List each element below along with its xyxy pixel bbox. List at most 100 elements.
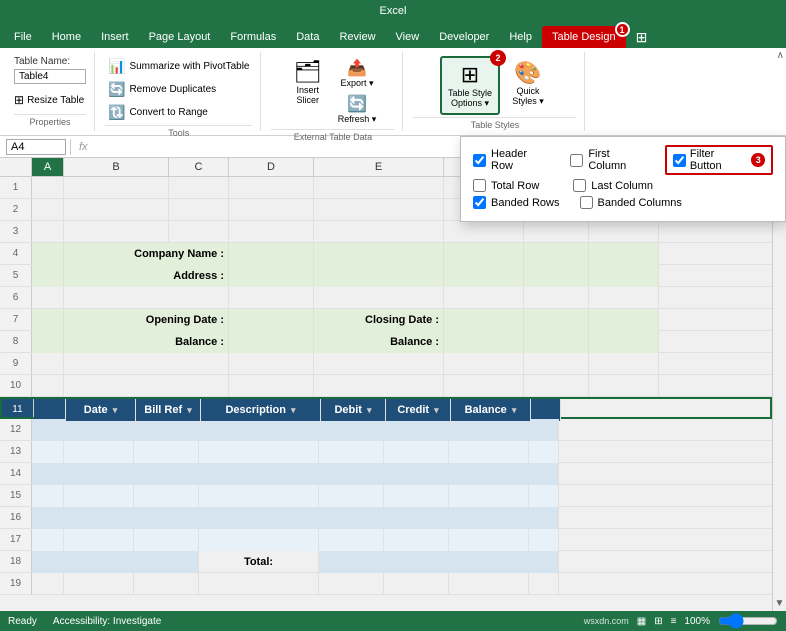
cell-15f[interactable]	[384, 485, 449, 507]
cell-3b[interactable]	[64, 221, 169, 243]
cell-19b[interactable]	[64, 573, 134, 595]
cell-14d[interactable]	[199, 463, 319, 485]
col-header-c[interactable]: C	[169, 158, 229, 176]
cell-12b[interactable]	[64, 419, 134, 441]
cell-3h[interactable]	[589, 221, 659, 243]
cell-13d[interactable]	[199, 441, 319, 463]
resize-table-btn[interactable]: ⊞ Resize Table	[14, 93, 84, 107]
cell-15b[interactable]	[64, 485, 134, 507]
cell-4a[interactable]	[32, 243, 64, 265]
cell-16e[interactable]	[319, 507, 384, 529]
cell-5a[interactable]	[32, 265, 64, 287]
cell-12c[interactable]	[134, 419, 199, 441]
cell-9h[interactable]	[589, 353, 659, 375]
cell-17e[interactable]	[319, 529, 384, 551]
cell-12f[interactable]	[384, 419, 449, 441]
cell-4f[interactable]	[444, 243, 524, 265]
cell-2a[interactable]	[32, 199, 64, 221]
cell-10b[interactable]	[64, 375, 229, 397]
cell-18e[interactable]	[319, 551, 384, 573]
cell-14e[interactable]	[319, 463, 384, 485]
cell-16g[interactable]	[449, 507, 529, 529]
cell-15e[interactable]	[319, 485, 384, 507]
cell-7f[interactable]	[444, 309, 524, 331]
cell-11f[interactable]: Credit ▾	[386, 399, 451, 421]
view-page-break-btn[interactable]: ≡	[671, 616, 677, 627]
cell-10a[interactable]	[32, 375, 64, 397]
cell-16f[interactable]	[384, 507, 449, 529]
cell-5f[interactable]	[444, 265, 524, 287]
cell-8h[interactable]	[589, 331, 659, 353]
cell-13a[interactable]	[32, 441, 64, 463]
cell-19d[interactable]	[199, 573, 319, 595]
cell-13e[interactable]	[319, 441, 384, 463]
cell-15c[interactable]	[134, 485, 199, 507]
cell-12d[interactable]	[199, 419, 319, 441]
cell-7b[interactable]: Opening Date :	[64, 309, 229, 331]
ribbon-collapse-btn[interactable]: ∧	[777, 50, 784, 61]
cell-14b[interactable]	[64, 463, 134, 485]
cell-7d[interactable]	[229, 309, 314, 331]
cell-17a[interactable]	[32, 529, 64, 551]
cell-6d[interactable]	[229, 287, 314, 309]
cell-9g[interactable]	[524, 353, 589, 375]
cell-2b[interactable]	[64, 199, 169, 221]
cell-6h[interactable]	[589, 287, 659, 309]
tab-file[interactable]: File	[4, 26, 42, 48]
cell-6e[interactable]	[314, 287, 444, 309]
cell-8g[interactable]	[524, 331, 589, 353]
cell-6b[interactable]	[64, 287, 229, 309]
cell-8e[interactable]: Balance :	[314, 331, 444, 353]
cell-11c[interactable]: Bill Ref ▾	[136, 399, 201, 421]
cell-19c[interactable]	[134, 573, 199, 595]
cell-16b[interactable]	[64, 507, 134, 529]
cell-2e[interactable]	[314, 199, 444, 221]
cell-5g[interactable]	[524, 265, 589, 287]
cell-10e[interactable]	[314, 375, 444, 397]
cell-5d[interactable]	[229, 265, 314, 287]
cell-8f[interactable]	[444, 331, 524, 353]
cell-17c[interactable]	[134, 529, 199, 551]
cell-17b[interactable]	[64, 529, 134, 551]
total-row-option[interactable]: Total Row	[473, 179, 539, 192]
cell-3c[interactable]	[169, 221, 229, 243]
tab-view[interactable]: View	[386, 26, 430, 48]
cell-14a[interactable]	[32, 463, 64, 485]
col-header-b[interactable]: B	[64, 158, 169, 176]
cell-7g[interactable]	[524, 309, 589, 331]
zoom-slider[interactable]	[718, 616, 778, 626]
tab-insert[interactable]: Insert	[91, 26, 139, 48]
tab-excel-icon[interactable]: ⊞	[626, 26, 658, 48]
cell-9d[interactable]	[229, 353, 314, 375]
table-name-input[interactable]	[14, 69, 86, 84]
col-header-e[interactable]: E	[314, 158, 444, 176]
cell-6f[interactable]	[444, 287, 524, 309]
header-row-checkbox[interactable]	[473, 154, 486, 167]
tab-data[interactable]: Data	[286, 26, 329, 48]
cell-18a[interactable]	[32, 551, 64, 573]
cell-4b[interactable]: Company Name :	[64, 243, 229, 265]
cell-14c[interactable]	[134, 463, 199, 485]
cell-3a[interactable]	[32, 221, 64, 243]
cell-4d[interactable]	[229, 243, 314, 265]
cell-12a[interactable]	[32, 419, 64, 441]
cell-4h[interactable]	[589, 243, 659, 265]
cell-17d[interactable]	[199, 529, 319, 551]
cell-1b[interactable]	[64, 177, 169, 199]
banded-columns-checkbox[interactable]	[580, 196, 593, 209]
last-column-option[interactable]: Last Column	[573, 179, 653, 192]
header-row-option[interactable]: Header Row	[473, 148, 550, 172]
cell-11h[interactable]	[531, 399, 561, 421]
export-btn[interactable]: 📤 Export ▾	[334, 56, 381, 91]
cell-9b[interactable]	[64, 353, 229, 375]
cell-19f[interactable]	[384, 573, 449, 595]
tab-home[interactable]: Home	[42, 26, 91, 48]
cell-11g[interactable]: Balance ▾	[451, 399, 531, 421]
convert-range-btn[interactable]: 🔃 Convert to Range	[105, 102, 252, 123]
view-page-layout-btn[interactable]: ⊞	[654, 616, 662, 627]
cell-3f[interactable]	[444, 221, 524, 243]
filter-button-option[interactable]: Filter Button 3	[665, 145, 773, 175]
cell-14g[interactable]	[449, 463, 529, 485]
cell-3e[interactable]	[314, 221, 444, 243]
table-style-options-btn[interactable]: 2 ⊞ Table StyleOptions ▾	[440, 56, 500, 115]
